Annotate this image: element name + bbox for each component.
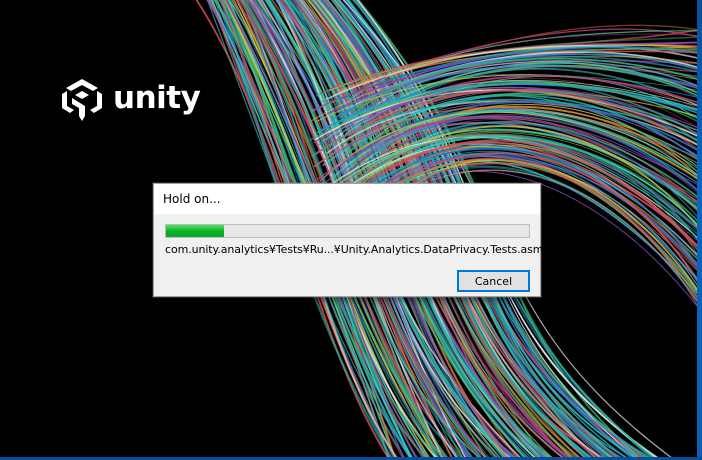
unity-cube-icon	[62, 79, 102, 121]
progress-bar-fill	[166, 225, 225, 237]
progress-status-text: com.unity.analytics¥Tests¥Ru...¥Unity.An…	[165, 243, 561, 256]
dialog-titlebar[interactable]: Hold on...	[154, 184, 540, 214]
desktop-edge-right	[697, 0, 702, 460]
unity-wordmark: unity	[113, 80, 201, 116]
progress-dialog: Hold on... com.unity.analytics¥Tests¥Ru.…	[153, 183, 561, 297]
cancel-button[interactable]: Cancel	[457, 270, 530, 292]
unity-logo: unity	[58, 76, 201, 124]
progress-bar	[165, 224, 530, 238]
dialog-title: Hold on...	[163, 192, 221, 206]
unity-splash-screen: unity Hold on... com.unity.analytics¥Tes…	[0, 0, 702, 460]
